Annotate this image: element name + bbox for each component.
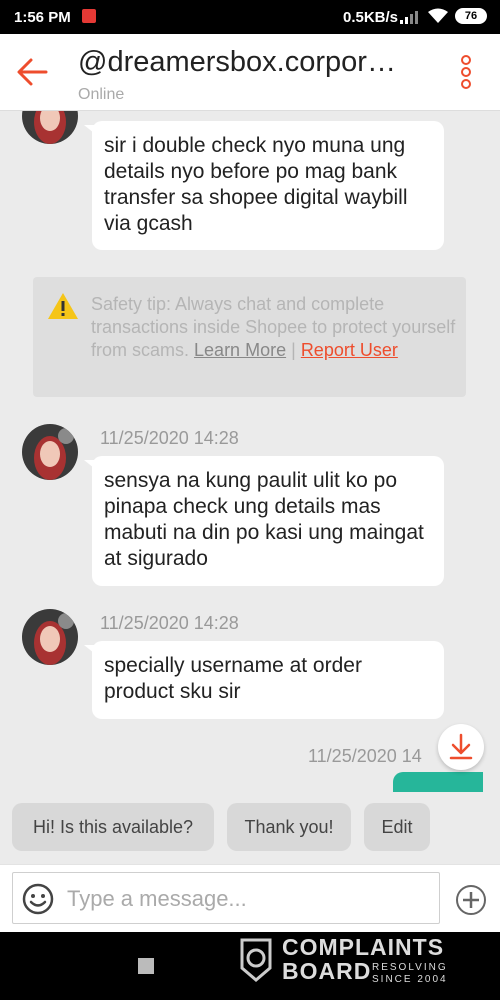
plus-icon[interactable] [455,884,487,916]
avatar[interactable] [22,88,78,144]
avatar[interactable] [22,424,78,480]
watermark-line1: COMPLAINTS [282,934,445,960]
safety-tip: Safety tip: Always chat and complete tra… [33,277,466,397]
emoji-icon[interactable] [22,883,54,915]
message-bubble: specially username at order product sku … [84,641,444,719]
online-status: Online [78,86,125,103]
download-icon [449,733,473,760]
quick-reply-button[interactable]: Hi! Is this available? [12,803,214,851]
report-user-link[interactable]: Report User [301,340,398,360]
watermark-line2: BOARD [282,958,372,984]
scroll-down-button[interactable] [438,724,484,770]
message-bubble: sir i double check nyo muna ung details … [84,121,444,250]
quick-reply-button[interactable]: Thank you! [227,803,351,851]
message-timestamp: 11/25/2020 14 [308,746,422,766]
warning-icon [48,293,78,319]
avatar[interactable] [22,609,78,665]
safety-tip-text: Safety tip: Always chat and complete tra… [91,293,457,362]
wifi-icon [428,8,448,23]
recents-button[interactable] [138,958,154,974]
message-input-box[interactable] [12,872,440,924]
battery-icon: 76 [455,8,487,24]
notification-icon [82,9,96,23]
complaints-board-logo [240,938,272,982]
learn-more-link[interactable]: Learn More [194,340,286,360]
signal-icon [400,11,418,24]
tip-separator: | [291,340,296,360]
message-timestamp: 11/25/2020 14:28 [100,428,239,448]
watermark-tagline1: RESOLVING [372,962,448,973]
message-input[interactable] [65,881,429,917]
chat-title: @dreamersbox.corpor… [78,46,396,78]
sent-message-bubble [393,772,483,792]
more-vert-icon[interactable] [456,54,476,90]
message-bubble: sensya na kung paulit ulit ko po pinapa … [84,456,444,586]
status-bar: 1:56 PM 0.5KB/s 76 [0,0,500,34]
composer-bar [0,864,500,933]
network-speed: 0.5KB/s [343,9,399,26]
status-time: 1:56 PM [14,9,71,26]
back-arrow-icon[interactable] [14,54,50,90]
message-timestamp: 11/25/2020 14:28 [100,613,239,633]
watermark-tagline2: SINCE 2004 [372,974,448,985]
edit-quick-replies-button[interactable]: Edit [364,803,430,851]
